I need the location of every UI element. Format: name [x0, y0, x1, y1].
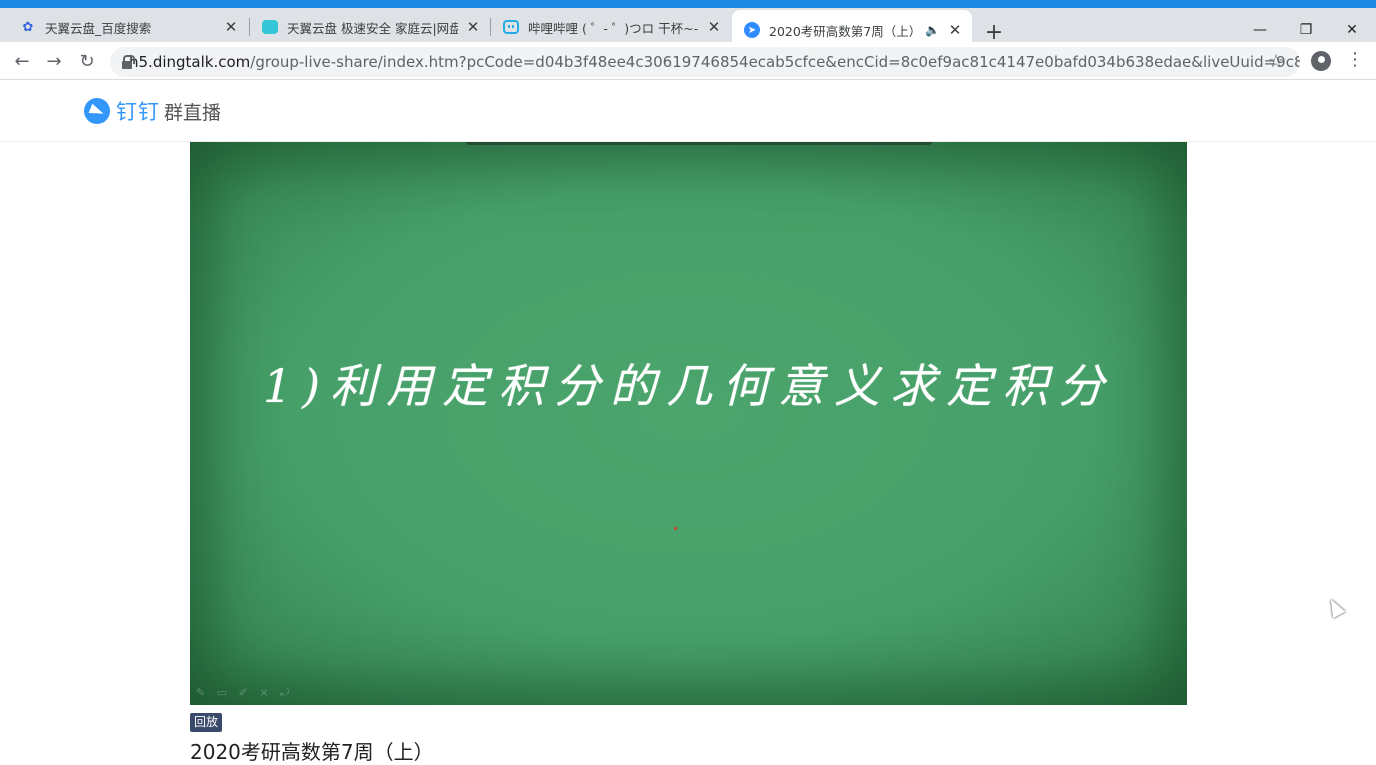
- tab-close-icon[interactable]: ✕: [946, 21, 964, 39]
- restore-button[interactable]: ❐: [1283, 17, 1329, 43]
- bilibili-tv-icon: [503, 19, 519, 35]
- tab-close-icon[interactable]: ✕: [222, 18, 240, 36]
- address-bar[interactable]: h5.dingtalk.com/group-live-share/index.h…: [110, 47, 1300, 77]
- dingtalk-logo[interactable]: 钉钉 群直播: [84, 97, 221, 125]
- account-icon[interactable]: [1311, 51, 1331, 71]
- dingtalk-logo-icon: [84, 98, 110, 124]
- live-video-player[interactable]: 1)利用定积分的几何意义求定积分 ✎ ▭ ✐ ⨯ ⤾: [190, 142, 1187, 705]
- reload-button[interactable]: ↻: [74, 48, 100, 74]
- live-title: 2020考研高数第7周（上）: [190, 740, 434, 764]
- new-tab-button[interactable]: +: [982, 20, 1006, 45]
- menu-kebab-icon[interactable]: ⋮: [1346, 49, 1364, 70]
- logo-subtitle: 群直播: [164, 101, 222, 124]
- tab-close-icon[interactable]: ✕: [464, 18, 482, 36]
- speaker-icon[interactable]: 🔈: [925, 23, 940, 37]
- pen-tools-overlay: ✎ ▭ ✐ ⨯ ⤾: [196, 686, 294, 699]
- cloud-icon: [262, 19, 278, 35]
- logo-brand: 钉钉: [116, 100, 160, 124]
- tab-close-icon[interactable]: ✕: [705, 18, 723, 36]
- mouse-cursor-icon: [1324, 595, 1346, 619]
- page-header: 钉钉 群直播: [0, 80, 1376, 142]
- close-window-button[interactable]: ✕: [1329, 17, 1375, 43]
- tab-title: 天翼云盘_百度搜索: [45, 20, 152, 36]
- url-path: /group-live-share/index.htm?pcCode=d04b3…: [250, 53, 1300, 71]
- dingtalk-icon: ➤: [744, 22, 760, 38]
- chalkboard-text: 1)利用定积分的几何意义求定积分: [262, 359, 1115, 413]
- forward-button[interactable]: →: [41, 48, 67, 74]
- url-host: h5.dingtalk.com: [129, 53, 251, 71]
- tab-title: 2020考研高数第7周（上）: [769, 23, 920, 39]
- laser-pointer-dot: [674, 527, 677, 530]
- baidu-paw-icon: ✿: [22, 19, 34, 35]
- tab-strip: ✿ 天翼云盘_百度搜索 ✕ 天翼云盘 极速安全 家庭云|网盘| ✕ 哔哩哔哩 (…: [0, 0, 1376, 50]
- browser-toolbar: ← → ↻ h5.dingtalk.com/group-live-share/i…: [0, 42, 1376, 80]
- camera-frame-edge: [466, 142, 932, 145]
- tab-tianyi-cloud[interactable]: 天翼云盘 极速安全 家庭云|网盘| ✕: [250, 12, 490, 42]
- tab-title: 天翼云盘 极速安全 家庭云|网盘|: [287, 20, 458, 36]
- replay-badge: 回放: [190, 713, 223, 732]
- bookmark-star-icon[interactable]: ☆: [1268, 51, 1284, 72]
- back-button[interactable]: ←: [9, 48, 35, 74]
- tab-title: 哔哩哔哩 ( ゜- ゜)つロ 干杯~-bilil: [528, 20, 699, 36]
- tab-bilibili[interactable]: 哔哩哔哩 ( ゜- ゜)つロ 干杯~-bilil ✕: [491, 12, 731, 42]
- minimize-button[interactable]: —: [1237, 17, 1283, 43]
- tab-baidu-search[interactable]: ✿ 天翼云盘_百度搜索 ✕: [8, 12, 248, 42]
